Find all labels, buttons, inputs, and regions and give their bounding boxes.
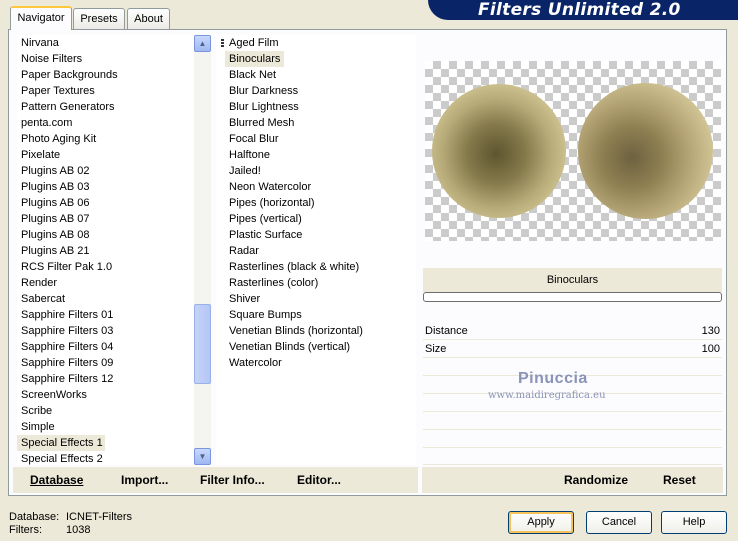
category-item[interactable]: Sapphire Filters 09 [17,355,113,371]
app-banner: Filters Unlimited 2.0 [428,0,738,20]
category-item[interactable]: Pattern Generators [17,99,115,115]
filter-item[interactable]: Black Net [225,67,363,83]
watermark-url: www.maidiregrafica.eu [488,390,606,401]
param-row-empty [423,431,722,448]
category-scrollbar[interactable]: ▲ ▼ [194,35,211,465]
filter-item[interactable]: Venetian Blinds (horizontal) [225,323,363,339]
category-item[interactable]: penta.com [17,115,105,131]
filter-item[interactable]: Blur Lightness [225,99,363,115]
category-item[interactable]: Pixelate [17,147,105,163]
category-item[interactable]: Plugins AB 08 [17,227,105,243]
filter-item[interactable]: Watercolor [225,355,363,371]
filter-item[interactable]: Radar [225,243,363,259]
database-label: Database: [9,511,60,523]
category-item[interactable]: ScreenWorks [17,387,105,403]
category-item[interactable]: Sabercat [17,291,105,307]
database-value: ICNET-Filters [66,511,132,523]
preview-image [425,61,721,241]
category-item[interactable]: Paper Textures [17,83,105,99]
apply-button[interactable]: Apply [508,511,574,534]
filter-item[interactable]: Rasterlines (color) [225,275,363,291]
filter-item[interactable]: Venetian Blinds (vertical) [225,339,363,355]
param-row-empty [423,449,722,465]
filters-count: 1038 [66,524,91,536]
category-item[interactable]: Plugins AB 21 [17,243,105,259]
right-lens [578,83,713,219]
editor-button[interactable]: Editor... [297,473,341,487]
param-label: Distance [425,325,468,337]
param-row-empty [423,413,722,430]
filter-item[interactable]: Binoculars [225,51,285,67]
filter-item[interactable]: Pipes (horizontal) [225,195,363,211]
watermark-name: Pinuccia [518,370,588,387]
category-item[interactable]: Sapphire Filters 04 [17,339,113,355]
progress-bar [423,292,722,302]
category-item[interactable]: Plugins AB 02 [17,163,105,179]
filter-item[interactable]: Blur Darkness [225,83,363,99]
param-row-distance[interactable]: Distance 130 [423,323,722,340]
filter-item[interactable]: Blurred Mesh [225,115,363,131]
category-item[interactable]: Sapphire Filters 01 [17,307,113,323]
import-button[interactable]: Import... [121,473,168,487]
tab-presets[interactable]: Presets [73,8,125,29]
category-item[interactable]: Render [17,275,105,291]
filter-info-button[interactable]: Filter Info... [200,473,265,487]
reset-button[interactable]: Reset [663,473,696,487]
category-item[interactable]: Sapphire Filters 12 [17,371,113,387]
filter-item[interactable]: Halftone [225,147,363,163]
category-item[interactable]: Plugins AB 06 [17,195,105,211]
param-value: 130 [701,325,720,337]
filters-label: Filters: [9,524,42,536]
category-item[interactable]: Nirvana [17,35,105,51]
list-marker-icon [221,39,224,50]
category-item[interactable]: Plugins AB 07 [17,211,105,227]
scroll-thumb[interactable] [194,304,211,384]
category-item[interactable]: Photo Aging Kit [17,131,105,147]
param-row-size[interactable]: Size 100 [423,341,722,358]
filter-item[interactable]: Neon Watercolor [225,179,363,195]
cancel-button[interactable]: Cancel [586,511,652,534]
category-item[interactable]: Plugins AB 03 [17,179,105,195]
category-item[interactable]: Paper Backgrounds [17,67,118,83]
database-button[interactable]: Database [30,473,83,487]
filter-item[interactable]: Aged Film [225,35,363,51]
scroll-down-button[interactable]: ▼ [194,448,211,465]
tab-about[interactable]: About [127,8,170,29]
param-value: 100 [701,343,720,355]
category-item[interactable]: Sapphire Filters 03 [17,323,113,339]
help-button[interactable]: Help [661,511,727,534]
category-item[interactable]: RCS Filter Pak 1.0 [17,259,112,275]
left-lens [432,84,566,218]
filter-item[interactable]: Square Bumps [225,307,363,323]
tab-navigator[interactable]: Navigator [10,6,72,30]
filter-item[interactable]: Plastic Surface [225,227,363,243]
category-item[interactable]: Noise Filters [17,51,105,67]
category-item[interactable]: Scribe [17,403,105,419]
filter-item[interactable]: Shiver [225,291,363,307]
filter-item[interactable]: Pipes (vertical) [225,211,363,227]
param-label: Size [425,343,447,355]
filter-title: Binoculars [423,268,722,292]
filter-item[interactable]: Focal Blur [225,131,363,147]
randomize-button[interactable]: Randomize [564,473,628,487]
scroll-up-button[interactable]: ▲ [194,35,211,52]
filter-list[interactable]: Aged Film Binoculars Black Net Blur Darknes… [216,35,416,465]
category-item[interactable]: Special Effects 1 [17,435,105,451]
filter-item[interactable]: Rasterlines (black & white) [225,259,363,275]
category-item[interactable]: Special Effects 2 [17,451,105,467]
category-list[interactable]: Nirvana Noise Filters Paper Backgrounds Pap… [17,35,194,465]
category-item[interactable]: Simple [17,419,105,435]
filter-item[interactable]: Jailed! [225,163,363,179]
